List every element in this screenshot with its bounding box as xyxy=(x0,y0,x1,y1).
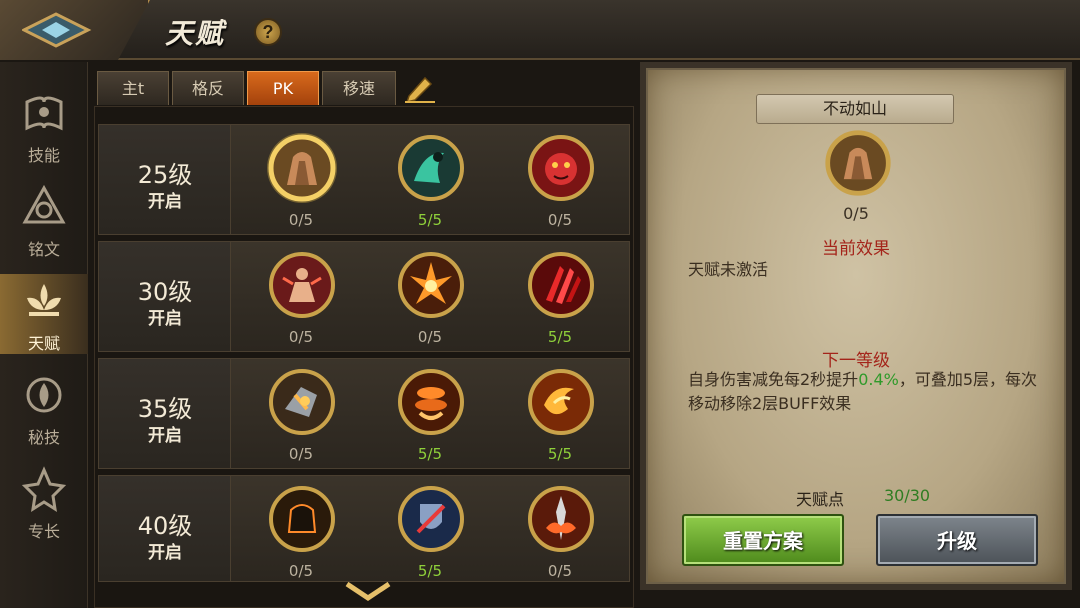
talent-row-40: 40级 开启 0/5 5/5 0/5 xyxy=(98,475,630,582)
skill-book-icon xyxy=(25,96,63,131)
level-number: 40级 xyxy=(137,512,193,540)
level-open-label: 开启 xyxy=(148,192,182,212)
sidebar-item-label: 天赋 xyxy=(27,334,60,353)
sidebar-item-secret[interactable]: 秘技 xyxy=(0,368,88,452)
edit-pencil-icon[interactable] xyxy=(403,72,437,104)
sidebar-item-label: 技能 xyxy=(27,146,60,165)
sidebar-item-label: 铭文 xyxy=(27,240,60,259)
next-level-highlight: 0.4% xyxy=(858,370,899,389)
talent-level-count: 5/5 xyxy=(417,211,443,229)
talent-detail-panel: 不动如山 0/5 当前效果 天赋未激活 下一等级 自身伤害减免每2秒提升0.4%… xyxy=(640,62,1072,590)
sidebar: 技能 铭文 天赋 秘技 专长 xyxy=(0,62,88,608)
talent-slot[interactable]: 5/5 xyxy=(390,476,470,587)
current-effect-text: 天赋未激活 xyxy=(688,260,769,279)
level-number: 35级 xyxy=(137,395,193,423)
talent-slot[interactable]: 0/5 xyxy=(261,125,341,236)
talent-level-count: 0/5 xyxy=(288,211,314,229)
talent-level-count: 0/5 xyxy=(843,204,869,223)
level-open-label: 开启 xyxy=(148,426,182,446)
inscription-icon xyxy=(22,184,66,224)
talent-slot[interactable]: 5/5 xyxy=(390,359,470,470)
upgrade-button[interactable]: 升级 xyxy=(876,514,1038,566)
sidebar-item-label: 专长 xyxy=(27,522,60,541)
talent-level-count: 5/5 xyxy=(547,445,573,463)
level-box: 40级 开启 xyxy=(99,476,231,581)
talent-lotus-icon xyxy=(27,284,61,316)
level-box: 35级 开启 xyxy=(99,359,231,468)
tab-pk[interactable]: PK xyxy=(247,71,319,105)
talent-slot[interactable]: 0/5 xyxy=(390,242,470,353)
scroll-down-chevron-icon[interactable] xyxy=(345,580,391,602)
talent-name: 不动如山 xyxy=(756,94,954,124)
talent-slot[interactable]: 5/5 xyxy=(520,242,600,353)
level-open-label: 开启 xyxy=(148,309,182,329)
talent-level-count: 0/5 xyxy=(417,328,443,346)
next-level-text-a: 自身伤害减免每2秒提升 xyxy=(688,370,859,389)
tab-move-speed[interactable]: 移速 xyxy=(322,71,396,105)
reset-plan-button[interactable]: 重置方案 xyxy=(682,514,844,566)
talent-slot[interactable]: 0/5 xyxy=(261,242,341,353)
flame-vortex-icon xyxy=(398,369,464,435)
help-button[interactable]: ? xyxy=(254,18,282,46)
tab-main-tank[interactable]: 主t xyxy=(97,71,169,105)
talent-points-label: 天赋点 xyxy=(796,490,845,509)
talent-level-count: 5/5 xyxy=(417,445,443,463)
rock-talent-icon xyxy=(267,133,337,203)
fire-burst-icon xyxy=(398,252,464,318)
warrior-rage-icon xyxy=(269,252,335,318)
armor-shatter-icon xyxy=(269,369,335,435)
talent-level-count: 5/5 xyxy=(547,328,573,346)
talent-points-value: 30/30 xyxy=(884,486,931,505)
dark-fist-icon xyxy=(269,486,335,552)
talent-level-count: 0/5 xyxy=(547,562,573,580)
talent-slot[interactable]: 5/5 xyxy=(390,125,470,236)
level-open-label: 开启 xyxy=(148,543,182,563)
sidebar-item-specialty[interactable]: 专长 xyxy=(0,462,88,546)
secret-skill-icon xyxy=(26,377,62,413)
talent-level-count: 5/5 xyxy=(417,562,443,580)
talent-slot[interactable]: 0/5 xyxy=(261,359,341,470)
blood-claw-icon xyxy=(528,252,594,318)
back-arrow-icon xyxy=(22,12,92,48)
sidebar-item-talent[interactable]: 天赋 xyxy=(0,274,88,354)
rock-talent-icon xyxy=(825,130,891,196)
sidebar-item-skill[interactable]: 技能 xyxy=(0,86,88,170)
specialty-icon xyxy=(21,466,67,513)
talent-row-30: 30级 开启 0/5 0/5 5/5 xyxy=(98,241,630,352)
talent-level-count: 0/5 xyxy=(288,445,314,463)
talent-level-count: 0/5 xyxy=(288,562,314,580)
top-bar: 天赋 ? xyxy=(0,0,1080,60)
talent-row-35: 35级 开启 0/5 5/5 5/5 xyxy=(98,358,630,469)
sidebar-item-label: 秘技 xyxy=(27,428,60,447)
next-level-text: 自身伤害减免每2秒提升0.4%，可叠加5层，每次移动移除2层BUFF效果 xyxy=(688,368,1048,416)
talent-slot[interactable]: 5/5 xyxy=(520,359,600,470)
level-number: 25级 xyxy=(137,161,193,189)
talent-slot[interactable]: 0/5 xyxy=(520,125,600,236)
lightning-swirl-icon xyxy=(528,369,594,435)
shadow-figure-icon xyxy=(398,135,464,201)
level-number: 30级 xyxy=(137,278,193,306)
tab-counter[interactable]: 格反 xyxy=(172,71,244,105)
current-effect-title: 当前效果 xyxy=(822,239,890,259)
talent-row-25: 25级 开启 0/5 5/5 0/5 xyxy=(98,124,630,235)
talent-slot[interactable]: 0/5 xyxy=(261,476,341,587)
shield-strike-icon xyxy=(398,486,464,552)
spear-fire-icon xyxy=(528,486,594,552)
talent-level-count: 0/5 xyxy=(547,211,573,229)
sidebar-item-inscription[interactable]: 铭文 xyxy=(0,180,88,264)
level-box: 30级 开启 xyxy=(99,242,231,351)
talent-level-count: 0/5 xyxy=(288,328,314,346)
page-title: 天赋 xyxy=(165,17,226,50)
beast-face-icon xyxy=(528,135,594,201)
talent-slot[interactable]: 0/5 xyxy=(520,476,600,587)
level-box: 25级 开启 xyxy=(99,125,231,234)
back-button[interactable] xyxy=(0,0,150,60)
